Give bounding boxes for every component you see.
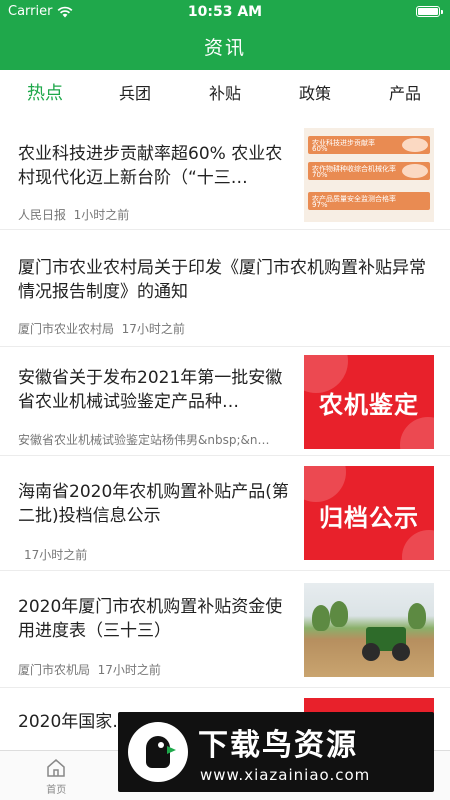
battery-icon xyxy=(416,6,443,17)
tabbar-label: 首页 xyxy=(46,785,67,796)
news-item[interactable]: 2020年厦门市农机购置补贴资金使用进度表（三十三） 厦门市农机局 17小时之前 xyxy=(0,571,450,688)
category-tabs: 热点 兵团 补贴 政策 产品 xyxy=(0,70,450,120)
app-header: Carrier 10:53 AM 资讯 xyxy=(0,0,450,70)
bird-logo-icon xyxy=(128,722,188,782)
news-feed[interactable]: 农业科技进步贡献率超60% 农业农村现代化迈上新台阶（“十三… 人民日报 1小时… xyxy=(0,120,450,750)
news-meta: 人民日报 1小时之前 xyxy=(18,206,294,223)
news-meta: 17小时之前 xyxy=(24,546,300,563)
watermark-banner: 下载鸟资源 www.xiazainiao.com xyxy=(118,712,434,792)
news-source: 厦门市农业农村局 xyxy=(18,322,115,336)
news-thumbnail: 农业科技进步贡献率 60% 农作物耕种收综合机械化率 70% 农产品质量安全监测合格… xyxy=(304,128,434,222)
decor-circle xyxy=(402,530,434,560)
news-meta: 厦门市农业农村局 17小时之前 xyxy=(18,320,438,337)
news-thumbnail xyxy=(304,583,434,677)
thumbnail-caption: 归档公示 xyxy=(319,504,419,532)
news-source: 安徽省农业机械试验鉴定站杨伟男&nbsp;&n… xyxy=(18,433,270,447)
infographic-band: 农产品质量安全监测合格率 97% xyxy=(308,192,430,210)
page-title: 资讯 xyxy=(203,37,246,59)
status-time: 10:53 AM xyxy=(187,4,263,20)
bird-eye xyxy=(158,742,164,748)
tabbar-item-home[interactable]: 首页 xyxy=(0,751,113,800)
tab-bingtuan[interactable]: 兵团 xyxy=(90,70,180,120)
news-item[interactable]: 农业科技进步贡献率超60% 农业农村现代化迈上新台阶（“十三… 人民日报 1小时… xyxy=(0,120,450,230)
tab-subsidy[interactable]: 补贴 xyxy=(180,70,270,120)
news-meta: 安徽省农业机械试验鉴定站杨伟男&nbsp;&n… xyxy=(18,431,294,448)
tree xyxy=(408,603,426,629)
news-thumbnail: 农机鉴定 xyxy=(304,355,434,449)
news-title: 安徽省关于发布2021年第一批安徽省农业机械试验鉴定产品种… xyxy=(18,368,283,412)
news-item[interactable]: 厦门市农业农村局关于印发《厦门市农机购置补贴异常情况报告制度》的通知 厦门市农业… xyxy=(0,230,450,347)
news-title: 海南省2020年农机购置补贴产品(第二批)投档信息公示 xyxy=(18,482,289,526)
thumbnail-caption: 农机鉴定 xyxy=(319,391,419,419)
news-time: 17小时之前 xyxy=(97,663,161,677)
infographic-pie xyxy=(402,138,428,152)
infographic-figure: 60% xyxy=(312,145,328,153)
news-title: 2020年厦门市农机购置补贴资金使用进度表（三十三） xyxy=(18,597,283,641)
tab-product[interactable]: 产品 xyxy=(360,70,450,120)
tractor-wheel xyxy=(362,643,380,661)
watermark-url: www.xiazainiao.com xyxy=(200,766,371,784)
bird-beak xyxy=(167,746,176,754)
tab-policy[interactable]: 政策 xyxy=(270,70,360,120)
news-item[interactable]: 安徽省关于发布2021年第一批安徽省农业机械试验鉴定产品种… 安徽省农业机械试验… xyxy=(0,347,450,456)
news-title: 农业科技进步贡献率超60% 农业农村现代化迈上新台阶（“十三… xyxy=(18,144,283,188)
news-time: 1小时之前 xyxy=(73,208,130,222)
infographic-figure: 97% xyxy=(312,201,328,209)
news-meta: 厦门市农机局 17小时之前 xyxy=(18,661,294,678)
news-title: 厦门市农业农村局关于印发《厦门市农机购置补贴异常情况报告制度》的通知 xyxy=(18,258,426,302)
decor-circle xyxy=(304,466,346,502)
tractor-wheel xyxy=(392,643,410,661)
home-icon xyxy=(47,759,65,777)
watermark-title: 下载鸟资源 xyxy=(198,728,358,763)
decor-circle xyxy=(400,417,434,449)
news-thumbnail: 归档公示 xyxy=(304,466,434,560)
infographic-pie xyxy=(402,164,428,178)
tree xyxy=(312,605,330,631)
news-item[interactable]: 海南省2020年农机购置补贴产品(第二批)投档信息公示 17小时之前 归档公示 xyxy=(0,456,450,571)
infographic-figure: 70% xyxy=(312,171,328,179)
news-source: 人民日报 xyxy=(18,208,67,222)
status-bar: Carrier 10:53 AM xyxy=(0,0,450,24)
news-source: 厦门市农机局 xyxy=(18,663,91,677)
tab-hot[interactable]: 热点 xyxy=(0,70,90,120)
news-time: 17小时之前 xyxy=(121,322,185,336)
news-time: 17小时之前 xyxy=(24,548,88,562)
tree xyxy=(330,601,348,627)
